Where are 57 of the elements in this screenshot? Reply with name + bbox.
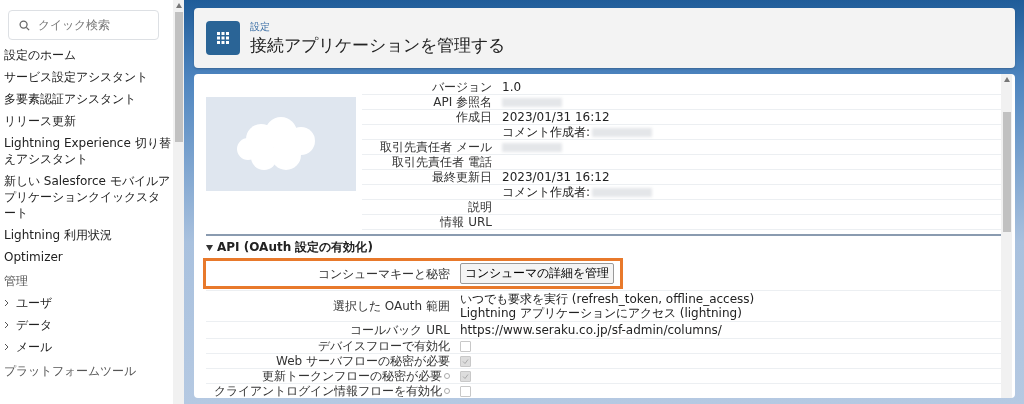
sidebar-item[interactable]: 設定のホーム (4, 44, 171, 66)
page-title: 接続アプリケーションを管理する (250, 33, 505, 57)
field-label: 最終更新日 (431, 170, 492, 184)
section-toggle-icon[interactable] (206, 244, 213, 251)
sidebar-item-label: メール (16, 339, 52, 355)
field-label: 選択した OAuth 範囲 (333, 299, 450, 313)
breadcrumb-link[interactable]: 設定 (250, 19, 505, 34)
section-title: API (OAuth 設定の有効化) (217, 239, 373, 256)
field-label: 説明 (467, 200, 492, 214)
scrollbar-thumb[interactable] (1002, 112, 1011, 232)
scrollbar[interactable] (173, 0, 184, 404)
field-value: 2023/01/31 16:12 (502, 110, 610, 124)
field-label: API 参照名 (432, 95, 492, 109)
field-label: 取引先責任者 メール (379, 140, 492, 154)
sidebar-item[interactable]: メール (4, 336, 171, 358)
field-label: 作成日 (455, 110, 492, 124)
field-value: いつでも要求を実行 (refresh_token, offline_access) (460, 292, 756, 306)
field-label: 取引先責任者 電話 (391, 155, 492, 169)
field-label: コールバック URL (350, 323, 450, 337)
search-field[interactable]: クイック検索 (8, 10, 159, 40)
search-icon (19, 19, 30, 31)
field-label: コンシューマキーと秘密 (318, 266, 450, 281)
sidebar-heading[interactable]: プラットフォームツール (4, 358, 171, 382)
sidebar-item[interactable]: Lightning 利用状況 (4, 224, 171, 246)
sidebar-item[interactable]: 多要素認証アシスタント (4, 88, 171, 110)
checkbox[interactable] (460, 340, 471, 352)
field-label: Web サーバフローの秘密が必要 (276, 354, 450, 368)
sidebar-item[interactable]: サービス設定アシスタント (4, 66, 171, 88)
checkbox[interactable] (460, 370, 471, 382)
sidebar-item-label: データ (16, 317, 52, 333)
field-value: コメント作成者: (502, 185, 591, 199)
field-value: Lightning アプリケーションにアクセス (lightning) (460, 306, 743, 320)
field-label: 情報 URL (439, 215, 492, 229)
field-value: 1.0 (502, 80, 522, 94)
sidebar-item-label: ユーザ (16, 295, 52, 311)
grid-icon (206, 21, 240, 55)
checkbox[interactable] (460, 385, 471, 397)
manage-consumer-button[interactable]: コンシューマの詳細を管理 (460, 263, 614, 284)
sidebar-item[interactable]: リリース更新 (4, 110, 171, 132)
field-label: クライアントログイン情報フローを有効化 (214, 384, 442, 398)
field-value: コメント作成者: (502, 125, 591, 139)
sidebar-item[interactable]: ユーザ (4, 292, 171, 314)
field-value: https://www.seraku.co.jp/sf-admin/columns/ (460, 323, 723, 337)
sidebar-heading[interactable]: 管理 (4, 268, 171, 292)
field-value: 2023/01/31 16:12 (502, 170, 610, 184)
scrollbar-thumb[interactable] (174, 12, 183, 142)
field-label: バージョン (431, 80, 492, 94)
field-label: 更新トークンフローの秘密が必要 (262, 369, 442, 383)
field-label: デバイスフローで有効化 (318, 339, 450, 353)
scrollbar[interactable] (1001, 74, 1012, 398)
scroll-up-icon[interactable] (1003, 77, 1010, 82)
scroll-up-icon[interactable] (175, 3, 182, 8)
checkbox[interactable] (460, 355, 471, 367)
sidebar-item[interactable]: データ (4, 314, 171, 336)
sidebar-item[interactable]: Optimizer (4, 246, 171, 268)
sidebar-item[interactable]: Lightning Experience 切り替えアシスタント (4, 132, 171, 170)
sidebar-item[interactable]: 新しい Salesforce モバイルアプリケーションクイックスタート (4, 170, 171, 224)
